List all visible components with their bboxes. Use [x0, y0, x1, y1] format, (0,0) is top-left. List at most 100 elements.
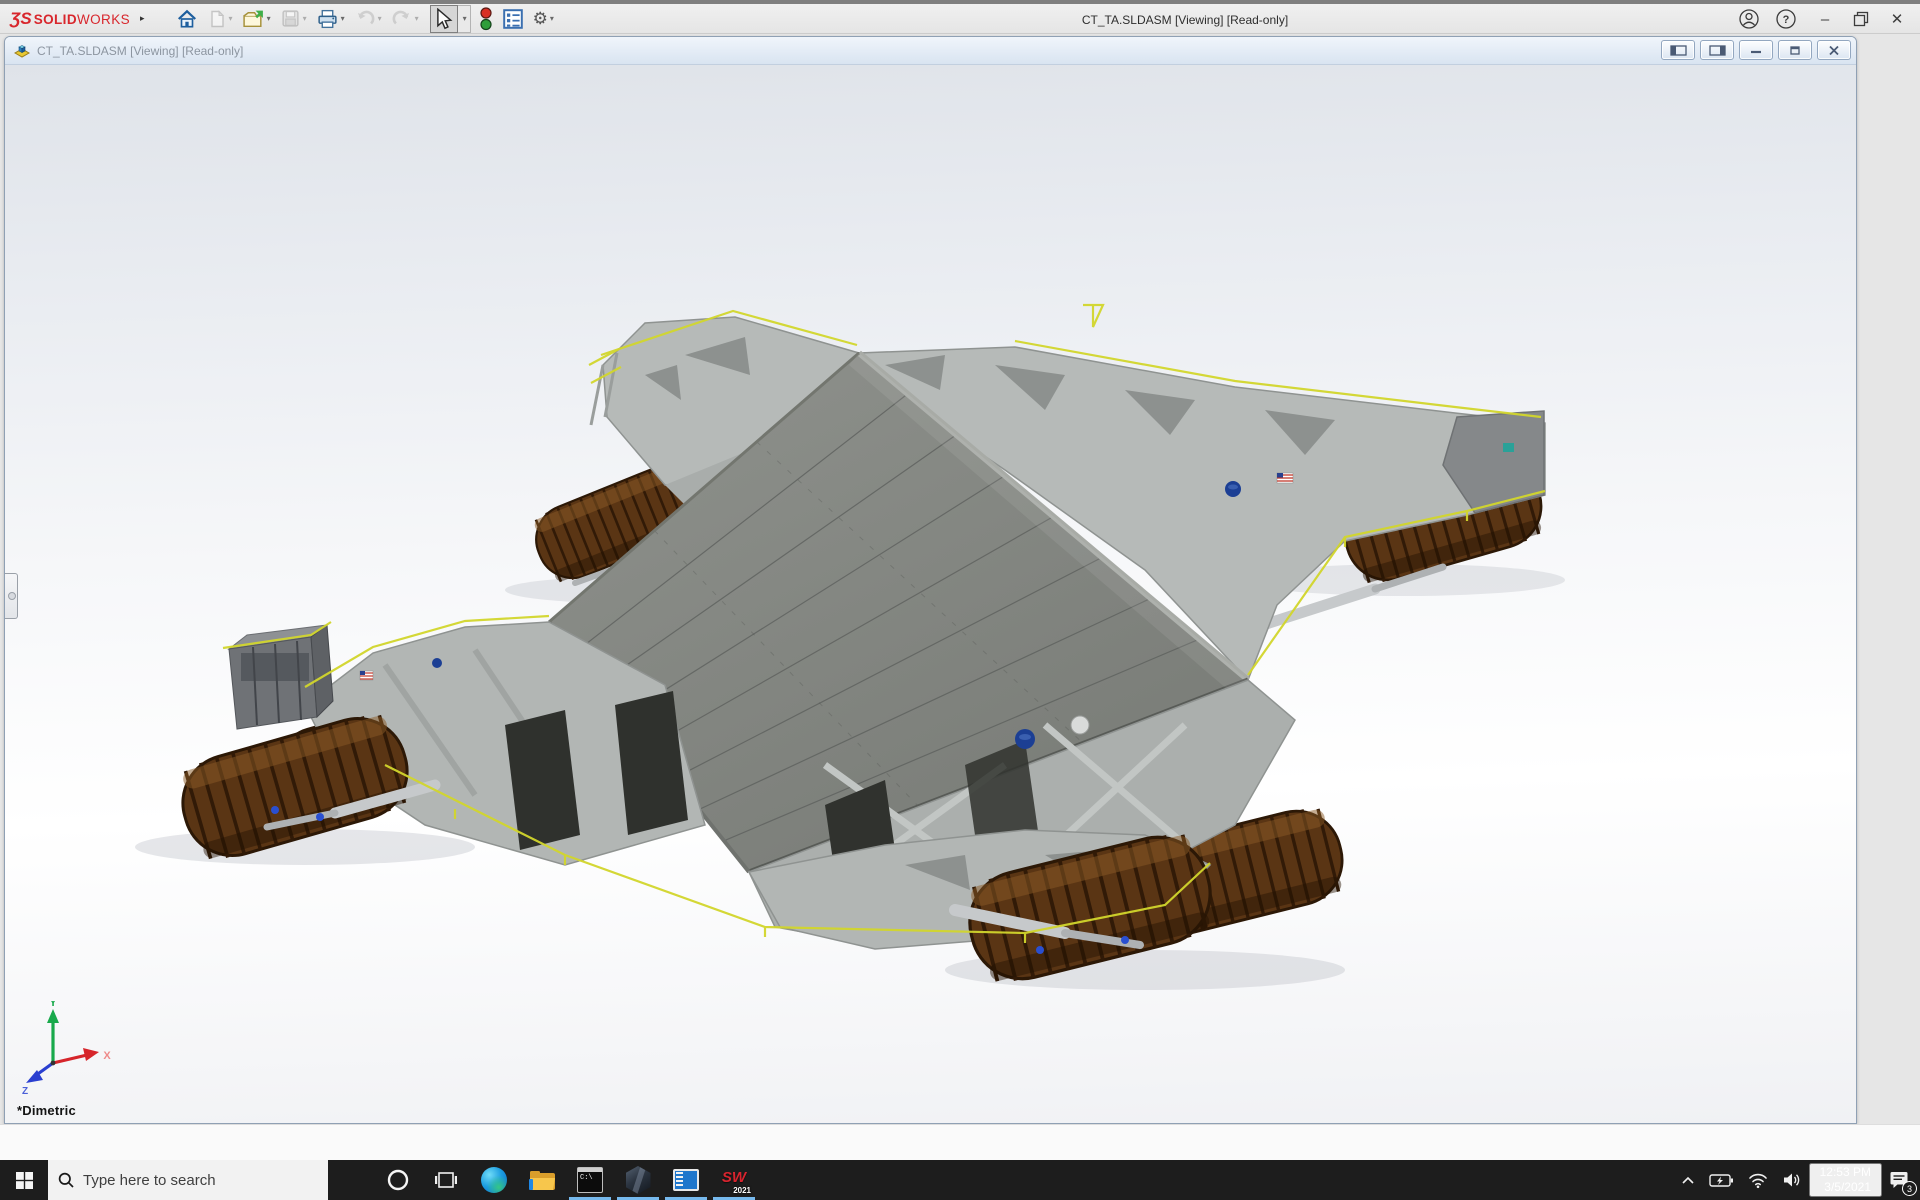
solidworks-2021-icon: SW 2021 — [718, 1165, 750, 1195]
flag-us-right — [1277, 473, 1293, 483]
taskbar-search[interactable] — [48, 1160, 328, 1200]
edrawings-icon — [626, 1166, 651, 1194]
restore-button[interactable] — [1853, 11, 1869, 27]
triad-z-label: Z — [22, 1086, 28, 1097]
brand-expand-arrow-icon[interactable]: ▸ — [140, 13, 145, 24]
help-icon[interactable]: ? — [1775, 8, 1797, 30]
print-button[interactable]: ▾ — [315, 5, 346, 33]
app-window-icon — [673, 1169, 699, 1191]
document-minimize-button[interactable] — [1739, 40, 1773, 60]
new-document-button: ▾ — [206, 5, 234, 33]
task-view-button[interactable] — [422, 1160, 470, 1200]
gear-icon: ⚙ — [533, 10, 548, 27]
print-icon — [316, 8, 339, 30]
flag-us-left — [360, 671, 373, 680]
feature-pane-collapse-handle[interactable] — [5, 573, 18, 619]
document-title: CT_TA.SLDASM [Viewing] [Read-only] — [37, 44, 243, 58]
undo-dropdown-caret: ▾ — [378, 14, 382, 23]
left-pane-icon — [1670, 45, 1687, 56]
cmd-prompt-text: C:\ — [580, 1174, 593, 1182]
speaker-icon — [1782, 1171, 1802, 1189]
document-restore-button[interactable] — [1778, 40, 1812, 60]
system-tray: 12:53 PM 3/5/2021 3 — [1674, 1160, 1918, 1200]
show-right-pane-button[interactable] — [1700, 40, 1734, 60]
taskbar-app-command-prompt[interactable]: C:\ — [566, 1160, 614, 1200]
options-button[interactable]: ⚙ ▾ — [532, 5, 555, 33]
select-dropdown-caret: ▾ — [463, 14, 467, 23]
document-window: CT_TA.SLDASM [Viewing] [Read-only] — [4, 36, 1857, 1124]
cortana-button[interactable] — [374, 1160, 422, 1200]
document-titlebar[interactable]: CT_TA.SLDASM [Viewing] [Read-only] — [5, 37, 1856, 65]
solidworks-logo: ƷS SOLID WORKS ▸ — [10, 9, 145, 29]
task-view-icon — [435, 1171, 457, 1189]
taskbar-app-edrawings[interactable] — [614, 1160, 662, 1200]
select-cursor-icon — [435, 8, 453, 30]
app-window-title: CT_TA.SLDASM [Viewing] [Read-only] — [1015, 13, 1355, 27]
open-folder-icon — [242, 8, 265, 30]
taskbar-app-window[interactable] — [662, 1160, 710, 1200]
chevron-up-icon — [1681, 1175, 1695, 1185]
properties-form-icon — [502, 8, 524, 30]
open-button[interactable]: ▾ — [241, 5, 272, 33]
select-dropdown-button[interactable]: ▾ — [458, 5, 471, 33]
svg-text:?: ? — [1783, 14, 1790, 26]
edge-icon — [481, 1167, 507, 1193]
select-tool-group: ▾ — [430, 5, 471, 33]
assembly-document-icon — [13, 43, 31, 59]
triad-y-arrow — [47, 1009, 59, 1023]
crawler-transporter-model[interactable] — [5, 65, 1856, 1123]
brand-works: WORKS — [77, 12, 130, 27]
account-icon[interactable] — [1738, 8, 1760, 30]
properties-button[interactable] — [501, 5, 525, 33]
windows-logo-icon — [16, 1172, 33, 1189]
volume-button[interactable] — [1775, 1160, 1809, 1200]
open-dropdown-caret: ▾ — [267, 14, 271, 23]
taskbar-app-solidworks[interactable]: SW 2021 — [710, 1160, 758, 1200]
new-dropdown-caret: ▾ — [229, 14, 233, 23]
mdi-background: CT_TA.SLDASM [Viewing] [Read-only] — [0, 34, 1920, 1160]
battery-status-button[interactable] — [1702, 1160, 1741, 1200]
view-orientation-label: *Dimetric — [17, 1103, 76, 1118]
battery-charging-icon — [1709, 1171, 1734, 1189]
show-left-pane-button[interactable] — [1661, 40, 1695, 60]
save-icon — [280, 8, 301, 29]
tray-overflow-button[interactable] — [1674, 1160, 1702, 1200]
tray-date: 3/5/2021 — [1820, 1180, 1871, 1195]
redo-button: ▾ — [390, 5, 420, 33]
redo-dropdown-caret: ▾ — [415, 14, 419, 23]
taskbar-app-edge[interactable] — [470, 1160, 518, 1200]
doc-restore-icon — [1788, 45, 1802, 56]
new-document-icon — [207, 8, 227, 30]
close-button[interactable]: ✕ — [1884, 12, 1910, 27]
action-center-button[interactable]: 3 — [1882, 1160, 1918, 1200]
file-explorer-icon — [529, 1169, 556, 1192]
minimize-button[interactable]: – — [1812, 12, 1838, 27]
redo-icon — [391, 8, 413, 30]
taskbar-app-file-explorer[interactable] — [518, 1160, 566, 1200]
cmd-titlebar — [578, 1168, 602, 1172]
stoplight-icon — [479, 7, 493, 31]
search-input[interactable] — [83, 1172, 298, 1189]
orientation-triad[interactable]: Y X Z — [19, 1001, 119, 1097]
network-status-button[interactable] — [1741, 1160, 1775, 1200]
home-button[interactable] — [175, 5, 199, 33]
triad-y-label: Y — [49, 1001, 57, 1009]
windows-taskbar: C:\ SW 2021 12:53 PM 3/5/2021 — [0, 1160, 1920, 1200]
stoplight-button[interactable] — [478, 5, 494, 33]
cortana-icon — [386, 1168, 410, 1192]
operator-cab — [229, 625, 333, 729]
document-window-controls — [1656, 40, 1851, 60]
select-tool-button[interactable] — [430, 5, 458, 33]
search-icon — [58, 1172, 74, 1188]
brand-3ds-glyph: ƷS — [10, 9, 32, 29]
clock[interactable]: 12:53 PM 3/5/2021 — [1809, 1163, 1882, 1197]
app-window-controls: ? – ✕ — [1738, 4, 1910, 34]
options-dropdown-caret: ▾ — [550, 14, 554, 23]
graphics-area[interactable]: Y X Z *Dimetric — [5, 65, 1856, 1123]
quick-access-toolbar: ▾ ▾ ▾ ▾ ▾ ▾ ▾ — [175, 5, 555, 33]
app-titlebar[interactable]: ƷS SOLID WORKS ▸ ▾ ▾ ▾ ▾ ▾ ▾ — [0, 0, 1920, 34]
start-button[interactable] — [0, 1160, 48, 1200]
undo-icon — [354, 8, 376, 30]
print-dropdown-caret: ▾ — [341, 14, 345, 23]
document-close-button[interactable] — [1817, 40, 1851, 60]
